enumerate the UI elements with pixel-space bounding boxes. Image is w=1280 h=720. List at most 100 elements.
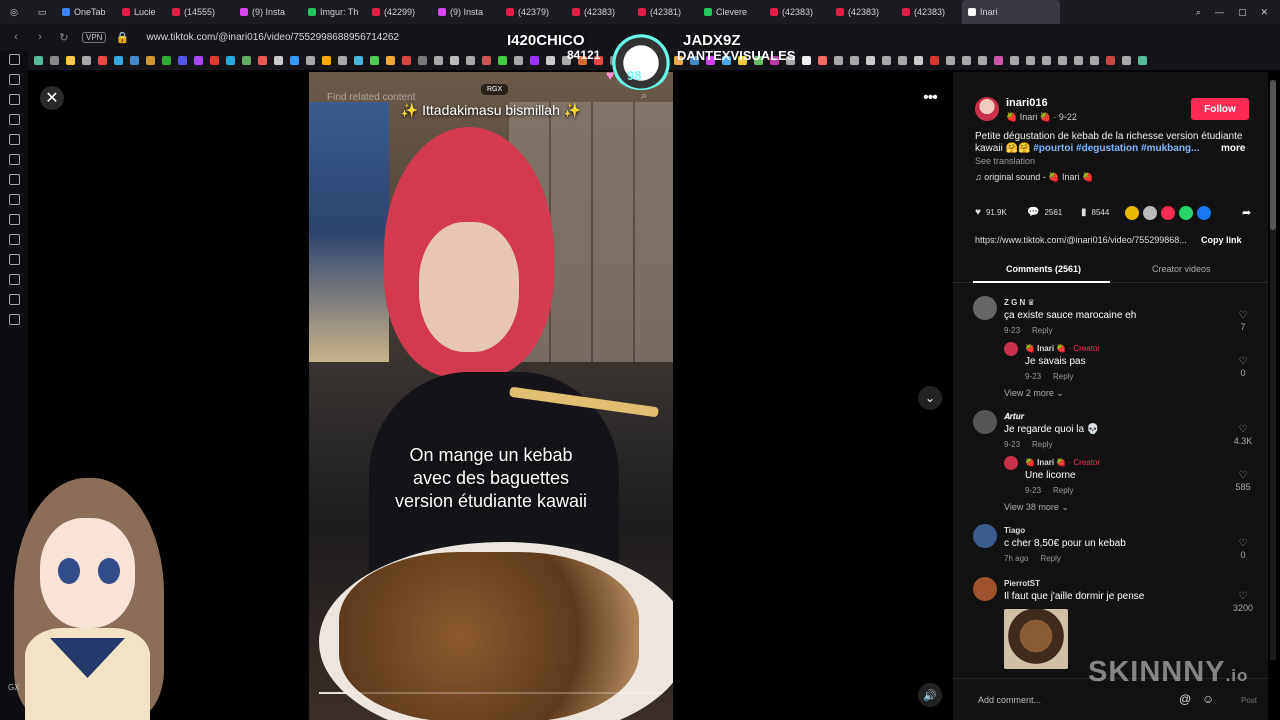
add-comment-input[interactable]: Add comment... [978,695,1041,705]
commenter-name[interactable]: 𝑨𝒓𝒕𝒖𝒓 [1004,412,1024,422]
tiktok-icon[interactable] [8,114,20,125]
original-sound-link[interactable]: ♫ original sound - 🍓 Inari 🍓 [975,172,1093,183]
commenter-avatar[interactable] [973,296,997,320]
bookmark-icon[interactable] [402,55,411,65]
browser-tab[interactable]: (42383) [566,0,632,24]
bookmark-icon[interactable] [1106,55,1115,65]
panel-scrollbar[interactable] [1270,80,1276,660]
commenter-name[interactable]: 🍓 Inari 🍓 · Creator [1025,344,1100,353]
bookmark-icon[interactable] [1042,55,1051,65]
bookmark-icon[interactable] [930,55,939,65]
commenter-avatar[interactable] [973,577,997,601]
bookmark-icon[interactable] [1074,55,1083,65]
back-icon[interactable]: ‹ [8,31,24,43]
bookmark-icon[interactable] [914,55,923,65]
bookmark-icon[interactable] [242,55,251,65]
heart-outline-icon[interactable]: ♡ [1237,538,1249,549]
scrollbar-thumb[interactable] [1270,80,1276,230]
save-stat[interactable]: ▮ 8544 [1081,207,1109,218]
browser-tab[interactable]: Inari [962,0,1060,24]
view-more-replies[interactable]: View 38 more ⌄ [1004,502,1069,513]
search-tabs-icon[interactable]: ⌕ [1196,7,1201,18]
settings-icon[interactable] [8,94,20,105]
reload-icon[interactable]: ↻ [56,31,72,44]
bookmark-icon[interactable] [882,55,891,65]
bookmark-icon[interactable] [354,55,363,65]
reply-button[interactable]: Reply [1040,554,1060,563]
browser-menu-icon[interactable]: ◎ [0,0,28,24]
emoji-icon[interactable]: ☺ [1202,692,1214,706]
see-translation-link[interactable]: See translation [975,156,1035,166]
bookmark-icon[interactable] [482,55,491,65]
bookmark-icon[interactable] [306,55,315,65]
heart-outline-icon[interactable]: ♡ [1237,424,1249,435]
browser-tab[interactable]: (42299) [366,0,432,24]
bookmark-icon[interactable] [834,55,843,65]
reply-button[interactable]: Reply [1053,486,1073,495]
share-target-icon[interactable] [1179,206,1193,220]
bookmark-icon[interactable] [898,55,907,65]
browser-tab[interactable]: (9) Insta [432,0,500,24]
bookmark-icon[interactable] [226,55,235,65]
reply-button[interactable]: Reply [1053,372,1073,381]
bookmark-icon[interactable] [1122,55,1131,65]
browser-tab[interactable]: Lucie [116,0,166,24]
minimize-icon[interactable]: — [1215,7,1224,18]
url-field[interactable]: www.tiktok.com/@inari016/video/755299868… [146,32,399,43]
browser-tab[interactable]: (9) Insta [234,0,302,24]
description-more-link[interactable]: more [1221,143,1245,154]
share-target-icon[interactable] [1125,206,1139,220]
author-username[interactable]: inari016 [1006,97,1048,109]
copy-link-button[interactable]: Copy link [1201,235,1242,245]
youtube-icon[interactable] [8,154,20,165]
commenter-name[interactable]: 🍓 Inari 🍓 · Creator [1025,458,1100,467]
comment-stat[interactable]: 💬 2561 [1027,207,1062,218]
browser-tab[interactable]: Clevere [698,0,764,24]
heart-outline-icon[interactable]: ♡ [1237,591,1249,602]
browser-tab[interactable]: Imgur: Th [302,0,366,24]
commenter-avatar[interactable] [973,410,997,434]
bookmark-icon[interactable] [866,55,875,65]
bookmark-icon[interactable] [82,55,91,65]
wallet-icon[interactable] [8,274,20,285]
volume-button[interactable]: 🔊 [918,683,942,707]
bookmark-icon[interactable] [50,55,59,65]
video-progress-bar[interactable] [319,692,663,694]
reply-button[interactable]: Reply [1032,326,1052,335]
bookmark-icon[interactable] [386,55,395,65]
browser-tab[interactable]: (42379) [500,0,566,24]
share-target-icon[interactable] [1197,206,1211,220]
bookmark-icon[interactable] [962,55,971,65]
heart-outline-icon[interactable]: ♡ [1237,310,1249,321]
bookmark-icon[interactable] [162,55,171,65]
reply-button[interactable]: Reply [1032,440,1052,449]
youtube-icon[interactable] [8,194,20,205]
bookmark-icon[interactable] [210,55,219,65]
bookmark-icon[interactable] [194,55,203,65]
gear-icon[interactable] [8,314,20,325]
bookmark-icon[interactable] [850,55,859,65]
bookmark-icon[interactable] [978,55,987,65]
bookmark-icon[interactable] [994,55,1003,65]
commenter-avatar[interactable] [973,524,997,548]
bookmark-icon[interactable] [274,55,283,65]
vpn-badge[interactable]: VPN [82,31,107,43]
bookmark-icon[interactable] [434,55,443,65]
bookmark-icon[interactable] [418,55,427,65]
page-icon[interactable] [8,234,20,245]
tab-comments[interactable]: Comments (2561) [1006,264,1081,274]
browser-tab[interactable]: (42383) [830,0,896,24]
commenter-name[interactable]: Tiago [1004,526,1025,535]
close-video-button[interactable]: ✕ [40,86,64,110]
heart-outline-icon[interactable]: ♡ [1237,470,1249,481]
post-button[interactable]: Post [1241,696,1257,705]
extensions-icon[interactable] [8,54,20,65]
bluesky-icon[interactable] [8,254,20,265]
bookmark-icon[interactable] [466,55,475,65]
bookmark-icon[interactable] [946,55,955,65]
bookmark-icon[interactable] [1138,55,1147,65]
bookmark-icon[interactable] [1010,55,1019,65]
x-icon[interactable] [8,134,20,145]
mention-icon[interactable]: @ [1179,692,1191,706]
follow-button[interactable]: Follow [1191,98,1249,120]
